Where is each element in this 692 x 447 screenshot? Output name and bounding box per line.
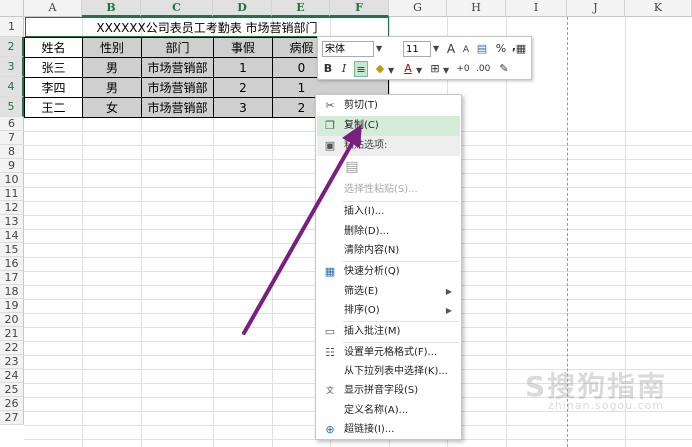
sogou-watermark-url: zhinan.sogou.com (548, 399, 665, 412)
arrow-shaft (242, 136, 357, 335)
